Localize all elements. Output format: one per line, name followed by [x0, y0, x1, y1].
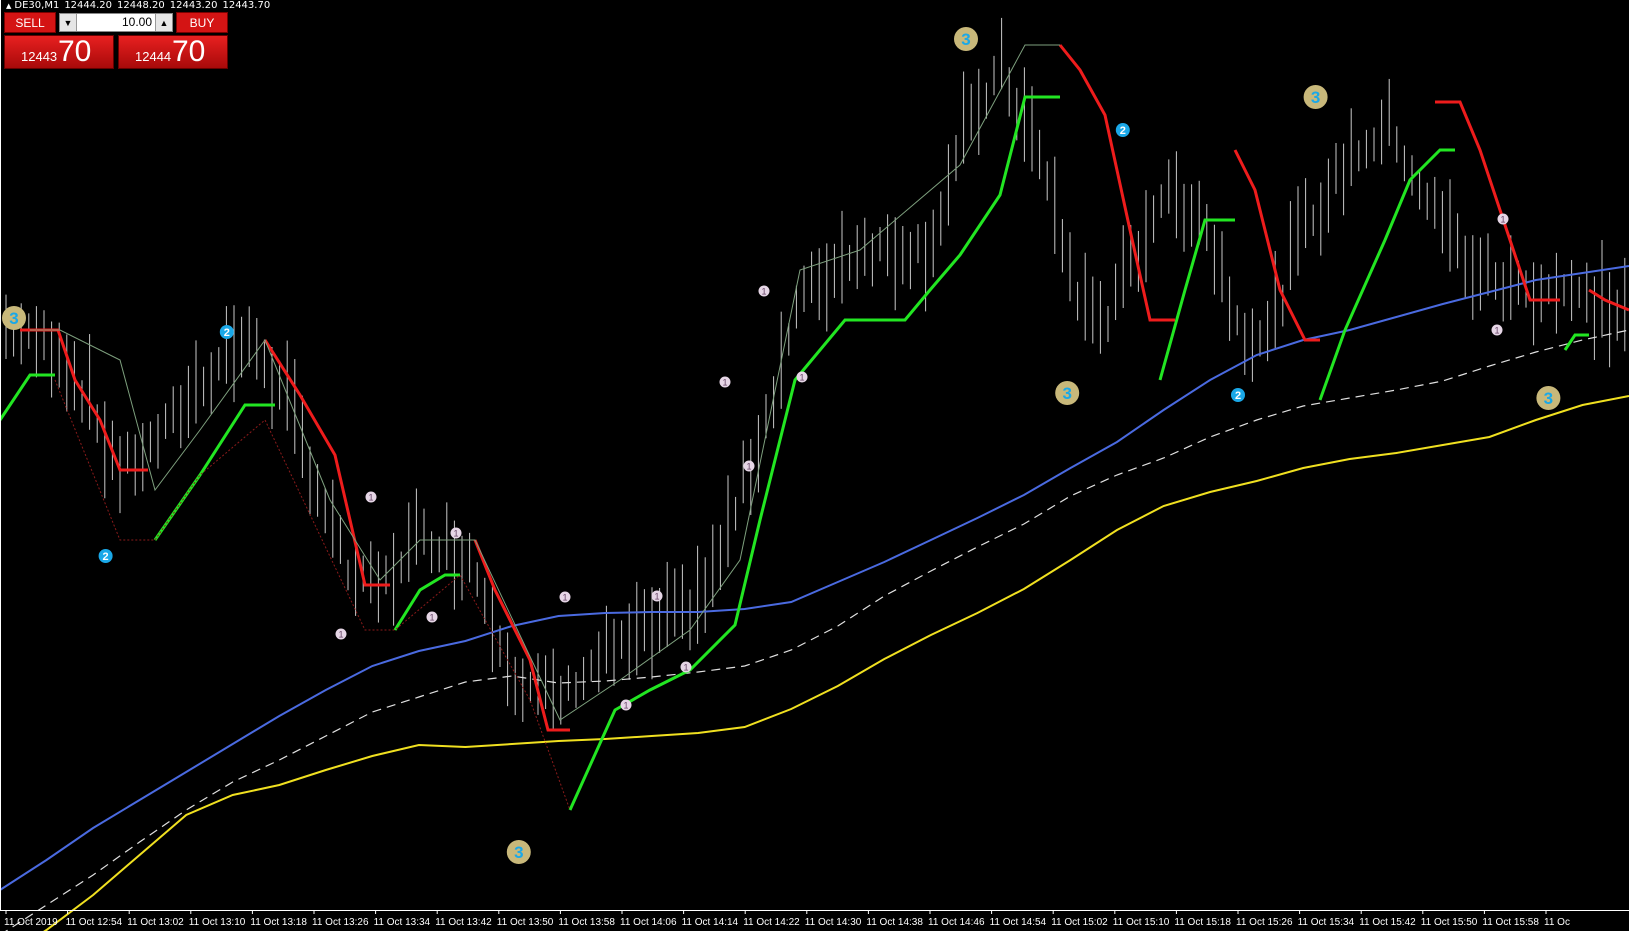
- buy-price-prefix: 12444: [135, 49, 172, 64]
- swing-marker-label: 2: [103, 551, 109, 563]
- x-tick-label: 11 Oct 13:34: [374, 917, 431, 928]
- x-axis-line: [0, 910, 1629, 911]
- swing-markers: 3 2 2 3 3 3 2 2 3 3 1 1 1 1 1 1 1 1 1 1 1 1 1 1: [2, 27, 1561, 864]
- x-tick-label: 11 Oct 13:26: [312, 917, 369, 928]
- moving-average-line-3: [43, 395, 1629, 931]
- swing-marker-label: 3: [1062, 384, 1071, 403]
- sell-price-button[interactable]: 12443 70: [4, 35, 114, 69]
- x-tick-label: 11 Oct 12:54: [66, 917, 123, 928]
- x-tick-label: 11 Oct 13:18: [250, 917, 307, 928]
- lot-size-value[interactable]: 10.00: [122, 15, 152, 29]
- one-click-trading-panel: SELL ▼ 10.00 ▲ BUY 12443 70 12444 70: [4, 12, 228, 69]
- sell-button[interactable]: SELL: [4, 12, 56, 33]
- buy-price-button[interactable]: 12444 70: [118, 35, 228, 69]
- x-tick-label: 11 Oct 14:30: [805, 917, 862, 928]
- symbol-header: ▲ DE30,M1 12444.20 12448.20 12443.20 12443.70: [6, 0, 275, 11]
- high-price: 12448.20: [117, 0, 165, 11]
- price-chart[interactable]: 322333223311111111111111 11 Oct 2019 11 O…: [0, 0, 1629, 931]
- support-stop-line: [568, 95, 1060, 811]
- support-stop-line: [0, 373, 55, 421]
- x-tick-label: 11 Oct 14:54: [990, 917, 1047, 928]
- x-tick-label: 11 Oct 15:26: [1236, 917, 1293, 928]
- x-tick-label: 11 Oct 15:10: [1113, 917, 1170, 928]
- low-price: 12443.20: [169, 0, 218, 11]
- x-tick-label: 11 Oct 14:06: [620, 917, 677, 928]
- x-tick-label: 11 Oct 15:42: [1359, 917, 1416, 928]
- swing-marker-label: 3: [9, 309, 18, 328]
- x-axis: 11 Oct 2019 11 Oct 12:54 11 Oct 13:02 11 Oc…: [4, 910, 1570, 928]
- increase-lot-icon[interactable]: ▲: [155, 14, 172, 31]
- price-bars: [5, 17, 1626, 729]
- buy-price-pips: 70: [172, 35, 206, 68]
- swing-marker-label: 3: [1544, 389, 1553, 408]
- resistance-stop-line: [1588, 288, 1629, 312]
- buy-button[interactable]: BUY: [176, 12, 228, 33]
- x-tick-label: 11 Oct 13:42: [435, 917, 492, 928]
- swing-marker-label: 3: [961, 30, 970, 49]
- symbol-name: DE30,M1: [14, 0, 60, 11]
- swing-marker-label: 3: [1311, 88, 1320, 107]
- x-tick-label: 11 Oct 14:22: [743, 917, 800, 928]
- x-tick-label: 11 Oct 15:50: [1421, 917, 1478, 928]
- pivot-marker-label: 1: [654, 592, 659, 602]
- x-tick-label: 11 Oc: [1544, 917, 1570, 928]
- x-tick-label: 11 Oct 14:14: [682, 917, 739, 928]
- swing-marker-label: 2: [224, 327, 230, 339]
- sell-price-prefix: 12443: [21, 49, 58, 64]
- pivot-marker-label: 1: [562, 593, 567, 603]
- x-tick-label: 11 Oct 13:02: [127, 917, 184, 928]
- x-tick-label: 11 Oct 13:58: [558, 917, 615, 928]
- pivot-marker-label: 1: [338, 630, 343, 640]
- pivot-marker-label: 1: [722, 378, 727, 388]
- pivot-marker-label: 1: [1494, 326, 1499, 336]
- x-tick-label: 11 Oct 14:46: [928, 917, 985, 928]
- x-tick-label: 11 Oct 15:02: [1051, 917, 1108, 928]
- pivot-marker-label: 1: [368, 493, 373, 503]
- x-tick-label: 11 Oct 2019: [4, 917, 58, 928]
- open-price: 12444.20: [64, 0, 113, 11]
- x-tick-label: 11 Oct 15:34: [1298, 917, 1355, 928]
- chart-left-border: [0, 0, 1, 910]
- pivot-marker-label: 1: [799, 373, 804, 383]
- x-tick-label: 11 Oct 13:50: [497, 917, 554, 928]
- x-tick-label: 11 Oct 13:10: [189, 917, 246, 928]
- pivot-marker-label: 1: [746, 462, 751, 472]
- decrease-lot-icon[interactable]: ▼: [60, 14, 77, 31]
- x-tick-label: 11 Oct 15:18: [1174, 917, 1231, 928]
- moving-average-line-2: [5, 329, 1629, 931]
- pivot-marker-label: 1: [683, 663, 688, 673]
- resistance-stop-line: [20, 328, 148, 472]
- sell-price-pips: 70: [58, 35, 92, 68]
- collapse-triangle-icon[interactable]: ▲: [6, 2, 11, 10]
- moving-averages: [0, 265, 1629, 931]
- support-stop-line: [1563, 333, 1589, 351]
- trend-stop-lines: [0, 44, 1629, 811]
- support-stop-line: [1158, 218, 1235, 381]
- resistance-stop-line: [1233, 149, 1320, 342]
- lot-size-stepper[interactable]: ▼ 10.00 ▲: [59, 13, 173, 32]
- swing-marker-label: 2: [1120, 125, 1126, 137]
- pivot-marker-label: 1: [453, 529, 458, 539]
- pivot-marker-label: 1: [623, 701, 628, 711]
- swing-marker-label: 2: [1235, 390, 1241, 402]
- x-tick-label: 11 Oct 14:38: [866, 917, 923, 928]
- moving-average-line-1: [0, 265, 1629, 891]
- close-price: 12443.70: [222, 0, 271, 11]
- pivot-marker-label: 1: [429, 613, 434, 623]
- swing-marker-label: 3: [514, 843, 523, 862]
- pivot-marker-label: 1: [761, 287, 766, 297]
- x-tick-label: 11 Oct 15:58: [1482, 917, 1539, 928]
- pivot-marker-label: 1: [1500, 215, 1505, 225]
- resistance-stop-line: [1058, 44, 1175, 322]
